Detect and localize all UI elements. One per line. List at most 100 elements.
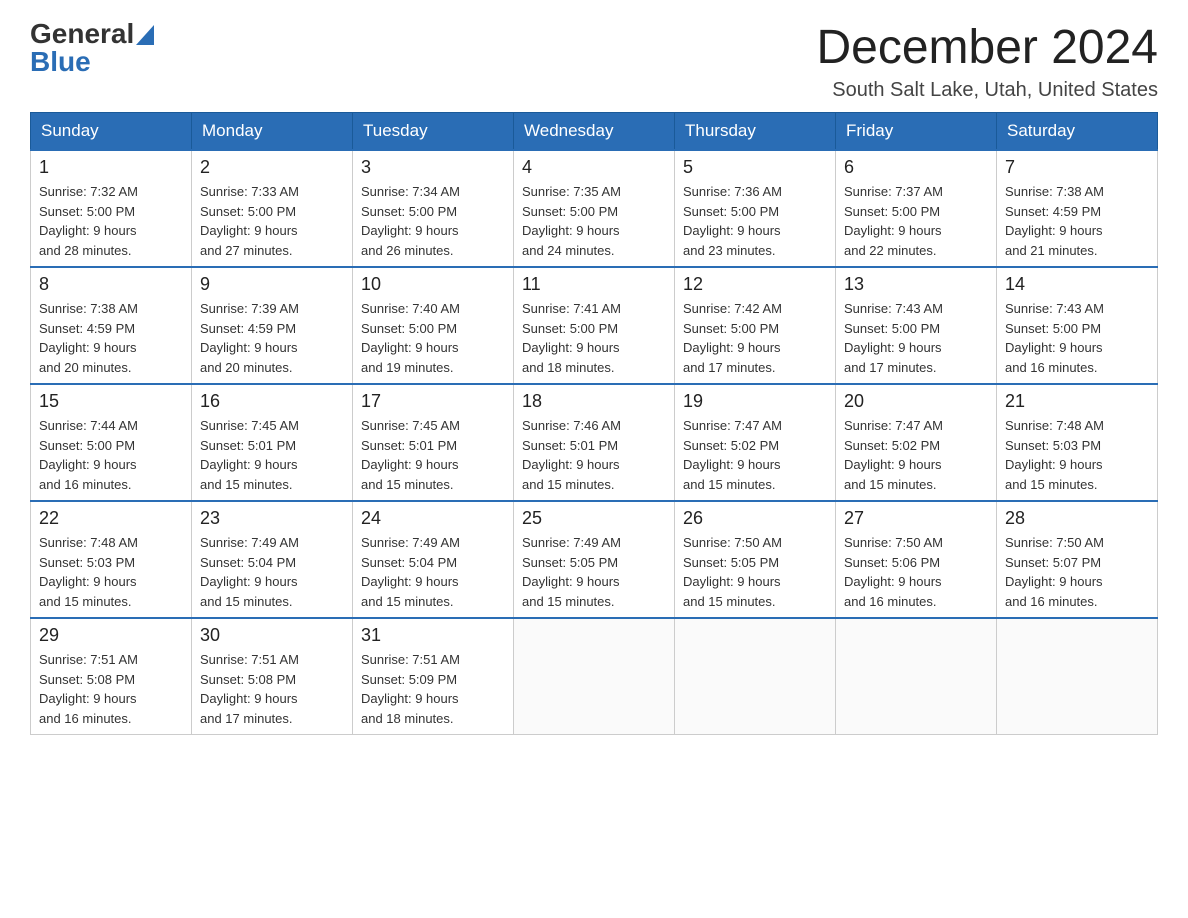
logo-general: General — [30, 20, 134, 48]
day-info: Sunrise: 7:32 AM Sunset: 5:00 PM Dayligh… — [39, 182, 183, 260]
calendar-cell: 7 Sunrise: 7:38 AM Sunset: 4:59 PM Dayli… — [997, 150, 1158, 267]
calendar-cell: 18 Sunrise: 7:46 AM Sunset: 5:01 PM Dayl… — [514, 384, 675, 501]
day-info: Sunrise: 7:38 AM Sunset: 4:59 PM Dayligh… — [39, 299, 183, 377]
day-info: Sunrise: 7:48 AM Sunset: 5:03 PM Dayligh… — [39, 533, 183, 611]
month-title: December 2024 — [816, 20, 1158, 75]
day-number: 15 — [39, 391, 183, 412]
day-info: Sunrise: 7:49 AM Sunset: 5:04 PM Dayligh… — [361, 533, 505, 611]
day-info: Sunrise: 7:36 AM Sunset: 5:00 PM Dayligh… — [683, 182, 827, 260]
day-number: 16 — [200, 391, 344, 412]
day-number: 20 — [844, 391, 988, 412]
calendar-cell: 21 Sunrise: 7:48 AM Sunset: 5:03 PM Dayl… — [997, 384, 1158, 501]
day-info: Sunrise: 7:35 AM Sunset: 5:00 PM Dayligh… — [522, 182, 666, 260]
calendar-cell — [997, 618, 1158, 735]
calendar-cell: 19 Sunrise: 7:47 AM Sunset: 5:02 PM Dayl… — [675, 384, 836, 501]
day-number: 1 — [39, 157, 183, 178]
calendar-cell: 24 Sunrise: 7:49 AM Sunset: 5:04 PM Dayl… — [353, 501, 514, 618]
calendar-cell: 30 Sunrise: 7:51 AM Sunset: 5:08 PM Dayl… — [192, 618, 353, 735]
day-info: Sunrise: 7:34 AM Sunset: 5:00 PM Dayligh… — [361, 182, 505, 260]
day-number: 22 — [39, 508, 183, 529]
day-info: Sunrise: 7:43 AM Sunset: 5:00 PM Dayligh… — [844, 299, 988, 377]
week-row-3: 15 Sunrise: 7:44 AM Sunset: 5:00 PM Dayl… — [31, 384, 1158, 501]
calendar-cell: 31 Sunrise: 7:51 AM Sunset: 5:09 PM Dayl… — [353, 618, 514, 735]
calendar-cell: 12 Sunrise: 7:42 AM Sunset: 5:00 PM Dayl… — [675, 267, 836, 384]
calendar-cell: 5 Sunrise: 7:36 AM Sunset: 5:00 PM Dayli… — [675, 150, 836, 267]
weekday-header-row: SundayMondayTuesdayWednesdayThursdayFrid… — [31, 113, 1158, 151]
weekday-header-tuesday: Tuesday — [353, 113, 514, 151]
calendar-table: SundayMondayTuesdayWednesdayThursdayFrid… — [30, 112, 1158, 735]
day-info: Sunrise: 7:33 AM Sunset: 5:00 PM Dayligh… — [200, 182, 344, 260]
day-info: Sunrise: 7:37 AM Sunset: 5:00 PM Dayligh… — [844, 182, 988, 260]
calendar-cell — [836, 618, 997, 735]
day-info: Sunrise: 7:48 AM Sunset: 5:03 PM Dayligh… — [1005, 416, 1149, 494]
calendar-cell: 17 Sunrise: 7:45 AM Sunset: 5:01 PM Dayl… — [353, 384, 514, 501]
weekday-header-thursday: Thursday — [675, 113, 836, 151]
day-number: 14 — [1005, 274, 1149, 295]
calendar-cell: 15 Sunrise: 7:44 AM Sunset: 5:00 PM Dayl… — [31, 384, 192, 501]
day-info: Sunrise: 7:46 AM Sunset: 5:01 PM Dayligh… — [522, 416, 666, 494]
day-number: 5 — [683, 157, 827, 178]
calendar-cell: 1 Sunrise: 7:32 AM Sunset: 5:00 PM Dayli… — [31, 150, 192, 267]
day-number: 7 — [1005, 157, 1149, 178]
day-number: 8 — [39, 274, 183, 295]
day-number: 26 — [683, 508, 827, 529]
day-number: 28 — [1005, 508, 1149, 529]
day-info: Sunrise: 7:50 AM Sunset: 5:06 PM Dayligh… — [844, 533, 988, 611]
day-number: 17 — [361, 391, 505, 412]
day-info: Sunrise: 7:50 AM Sunset: 5:05 PM Dayligh… — [683, 533, 827, 611]
weekday-header-friday: Friday — [836, 113, 997, 151]
calendar-cell: 6 Sunrise: 7:37 AM Sunset: 5:00 PM Dayli… — [836, 150, 997, 267]
calendar-cell: 13 Sunrise: 7:43 AM Sunset: 5:00 PM Dayl… — [836, 267, 997, 384]
calendar-cell: 26 Sunrise: 7:50 AM Sunset: 5:05 PM Dayl… — [675, 501, 836, 618]
calendar-cell: 25 Sunrise: 7:49 AM Sunset: 5:05 PM Dayl… — [514, 501, 675, 618]
day-info: Sunrise: 7:39 AM Sunset: 4:59 PM Dayligh… — [200, 299, 344, 377]
day-info: Sunrise: 7:47 AM Sunset: 5:02 PM Dayligh… — [844, 416, 988, 494]
week-row-4: 22 Sunrise: 7:48 AM Sunset: 5:03 PM Dayl… — [31, 501, 1158, 618]
calendar-cell: 22 Sunrise: 7:48 AM Sunset: 5:03 PM Dayl… — [31, 501, 192, 618]
day-info: Sunrise: 7:51 AM Sunset: 5:08 PM Dayligh… — [39, 650, 183, 728]
calendar-cell: 3 Sunrise: 7:34 AM Sunset: 5:00 PM Dayli… — [353, 150, 514, 267]
day-number: 11 — [522, 274, 666, 295]
weekday-header-sunday: Sunday — [31, 113, 192, 151]
calendar-cell: 16 Sunrise: 7:45 AM Sunset: 5:01 PM Dayl… — [192, 384, 353, 501]
day-info: Sunrise: 7:41 AM Sunset: 5:00 PM Dayligh… — [522, 299, 666, 377]
day-number: 2 — [200, 157, 344, 178]
calendar-cell — [675, 618, 836, 735]
day-number: 23 — [200, 508, 344, 529]
calendar-cell: 2 Sunrise: 7:33 AM Sunset: 5:00 PM Dayli… — [192, 150, 353, 267]
calendar-cell: 14 Sunrise: 7:43 AM Sunset: 5:00 PM Dayl… — [997, 267, 1158, 384]
day-number: 6 — [844, 157, 988, 178]
location-subtitle: South Salt Lake, Utah, United States — [816, 79, 1158, 102]
day-number: 13 — [844, 274, 988, 295]
calendar-cell: 8 Sunrise: 7:38 AM Sunset: 4:59 PM Dayli… — [31, 267, 192, 384]
week-row-5: 29 Sunrise: 7:51 AM Sunset: 5:08 PM Dayl… — [31, 618, 1158, 735]
weekday-header-saturday: Saturday — [997, 113, 1158, 151]
calendar-cell: 4 Sunrise: 7:35 AM Sunset: 5:00 PM Dayli… — [514, 150, 675, 267]
day-info: Sunrise: 7:51 AM Sunset: 5:08 PM Dayligh… — [200, 650, 344, 728]
day-number: 18 — [522, 391, 666, 412]
day-number: 31 — [361, 625, 505, 646]
week-row-2: 8 Sunrise: 7:38 AM Sunset: 4:59 PM Dayli… — [31, 267, 1158, 384]
day-info: Sunrise: 7:44 AM Sunset: 5:00 PM Dayligh… — [39, 416, 183, 494]
day-number: 25 — [522, 508, 666, 529]
day-info: Sunrise: 7:49 AM Sunset: 5:05 PM Dayligh… — [522, 533, 666, 611]
calendar-cell: 27 Sunrise: 7:50 AM Sunset: 5:06 PM Dayl… — [836, 501, 997, 618]
day-number: 27 — [844, 508, 988, 529]
day-number: 3 — [361, 157, 505, 178]
day-info: Sunrise: 7:38 AM Sunset: 4:59 PM Dayligh… — [1005, 182, 1149, 260]
day-info: Sunrise: 7:45 AM Sunset: 5:01 PM Dayligh… — [361, 416, 505, 494]
weekday-header-monday: Monday — [192, 113, 353, 151]
logo: General Blue — [30, 20, 154, 76]
day-number: 29 — [39, 625, 183, 646]
day-number: 21 — [1005, 391, 1149, 412]
day-info: Sunrise: 7:43 AM Sunset: 5:00 PM Dayligh… — [1005, 299, 1149, 377]
day-info: Sunrise: 7:45 AM Sunset: 5:01 PM Dayligh… — [200, 416, 344, 494]
weekday-header-wednesday: Wednesday — [514, 113, 675, 151]
logo-blue: Blue — [30, 48, 91, 76]
calendar-cell: 20 Sunrise: 7:47 AM Sunset: 5:02 PM Dayl… — [836, 384, 997, 501]
day-info: Sunrise: 7:47 AM Sunset: 5:02 PM Dayligh… — [683, 416, 827, 494]
calendar-cell: 28 Sunrise: 7:50 AM Sunset: 5:07 PM Dayl… — [997, 501, 1158, 618]
day-info: Sunrise: 7:40 AM Sunset: 5:00 PM Dayligh… — [361, 299, 505, 377]
calendar-cell: 11 Sunrise: 7:41 AM Sunset: 5:00 PM Dayl… — [514, 267, 675, 384]
calendar-cell: 9 Sunrise: 7:39 AM Sunset: 4:59 PM Dayli… — [192, 267, 353, 384]
